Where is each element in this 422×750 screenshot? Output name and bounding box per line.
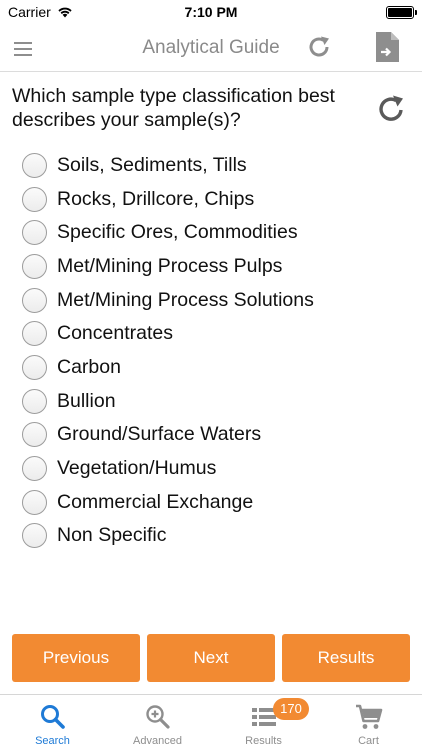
option-met-mining-process-solutions[interactable]: Met/Mining Process Solutions	[22, 285, 402, 315]
radio-button[interactable]	[22, 421, 47, 447]
option-label: Rocks, Drillcore, Chips	[57, 187, 255, 210]
battery-icon	[386, 6, 417, 19]
results-count-badge: 170	[273, 698, 309, 720]
option-carbon[interactable]: Carbon	[22, 352, 402, 382]
option-bullion[interactable]: Bullion	[22, 386, 402, 416]
option-non-specific[interactable]: Non Specific	[22, 520, 402, 550]
results-button[interactable]: Results	[282, 634, 410, 682]
option-label: Commercial Exchange	[57, 490, 254, 513]
option-concentrates[interactable]: Concentrates	[22, 318, 402, 348]
reset-question-icon[interactable]	[374, 92, 408, 126]
next-button[interactable]: Next	[147, 634, 275, 682]
page-title: Analytical Guide	[142, 37, 280, 58]
action-buttons: Previous Next Results	[12, 634, 410, 682]
radio-button[interactable]	[22, 219, 47, 245]
document-export-icon[interactable]	[372, 30, 402, 64]
advanced-search-icon	[145, 705, 170, 729]
tab-search[interactable]: Search	[0, 695, 105, 750]
navigation-bar: Analytical Guide	[0, 26, 422, 72]
status-bar: Carrier 7:10 PM	[0, 0, 422, 26]
option-label: Met/Mining Process Solutions	[57, 288, 314, 311]
status-time: 7:10 PM	[184, 4, 238, 20]
refresh-icon[interactable]	[304, 32, 334, 62]
radio-button[interactable]	[22, 253, 47, 279]
option-label: Carbon	[57, 355, 121, 378]
option-label: Concentrates	[57, 321, 173, 344]
radio-button[interactable]	[22, 287, 47, 313]
option-specific-ores-commodities[interactable]: Specific Ores, Commodities	[22, 217, 402, 247]
option-label: Met/Mining Process Pulps	[57, 254, 283, 277]
option-label: Vegetation/Humus	[57, 456, 217, 479]
option-label: Ground/Surface Waters	[57, 422, 262, 445]
option-soils-sediments-tills[interactable]: Soils, Sediments, Tills	[22, 150, 402, 180]
option-met-mining-process-pulps[interactable]: Met/Mining Process Pulps	[22, 251, 402, 281]
tab-label: Cart	[358, 735, 379, 747]
question-section: Which sample type classification best de…	[12, 84, 412, 134]
option-label: Bullion	[57, 389, 116, 412]
tab-advanced[interactable]: Advanced	[105, 695, 210, 750]
option-ground-surface-waters[interactable]: Ground/Surface Waters	[22, 419, 402, 449]
radio-button[interactable]	[22, 455, 47, 481]
radio-button[interactable]	[22, 186, 47, 212]
option-label: Specific Ores, Commodities	[57, 220, 298, 243]
option-label: Soils, Sediments, Tills	[57, 153, 247, 176]
cart-icon	[355, 704, 382, 729]
previous-button[interactable]: Previous	[12, 634, 140, 682]
tab-label: Results	[245, 735, 282, 747]
radio-button[interactable]	[22, 354, 47, 380]
tab-label: Advanced	[133, 735, 182, 747]
radio-button[interactable]	[22, 489, 47, 515]
question-text: Which sample type classification best de…	[12, 85, 335, 131]
option-label: Non Specific	[57, 523, 167, 546]
option-commercial-exchange[interactable]: Commercial Exchange	[22, 487, 402, 517]
radio-button[interactable]	[22, 320, 47, 346]
tab-cart[interactable]: Cart	[316, 695, 421, 750]
option-vegetation-humus[interactable]: Vegetation/Humus	[22, 453, 402, 483]
option-rocks-drillcore-chips[interactable]: Rocks, Drillcore, Chips	[22, 184, 402, 214]
radio-button[interactable]	[22, 152, 47, 178]
search-icon	[40, 705, 65, 729]
radio-button[interactable]	[22, 522, 47, 548]
tab-label: Search	[35, 735, 70, 747]
tab-bar: Search Advanced Results Cart	[0, 694, 422, 750]
radio-button[interactable]	[22, 388, 47, 414]
